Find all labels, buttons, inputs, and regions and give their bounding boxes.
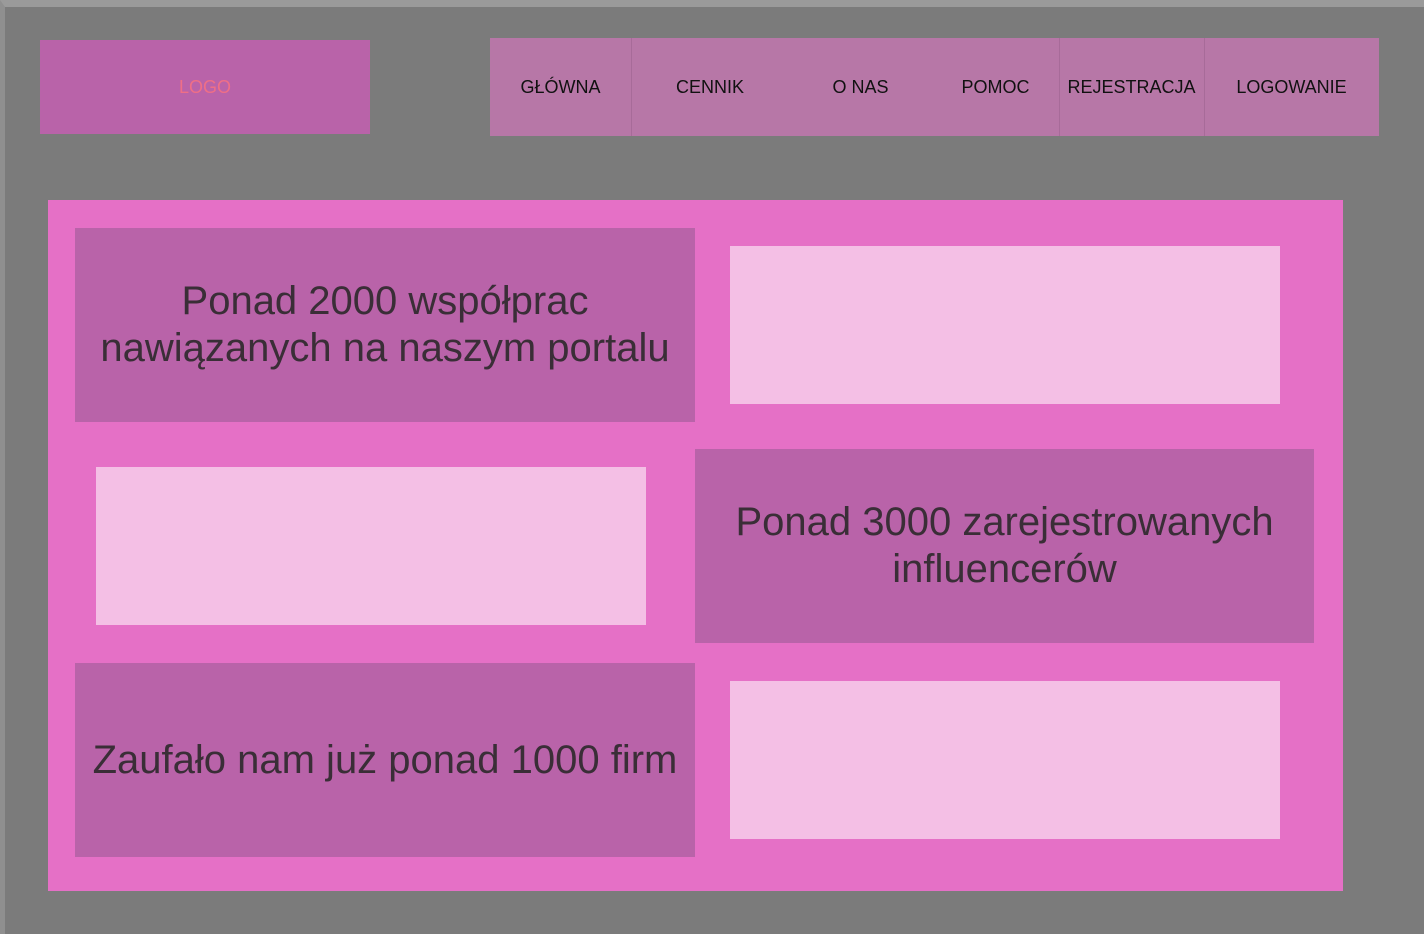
- image-placeholder: [730, 246, 1280, 404]
- logo-text: LOGO: [178, 76, 231, 97]
- main-nav: GŁÓWNA CENNIK O NAS POMOC REJESTRACJA LO…: [490, 38, 1379, 136]
- nav-item-pomoc[interactable]: POMOC: [932, 38, 1059, 136]
- logo[interactable]: LOGO: [40, 40, 370, 134]
- nav-item-o-nas[interactable]: O NAS: [789, 38, 932, 136]
- image-placeholder: [730, 681, 1280, 839]
- nav-item-rejestracja[interactable]: REJESTRACJA: [1059, 38, 1204, 136]
- image-placeholder: [96, 467, 646, 625]
- stat-block-influencers: Ponad 3000 zarejestrowanych influencerów: [695, 449, 1314, 643]
- nav-item-logowanie[interactable]: LOGOWANIE: [1204, 38, 1379, 136]
- stat-text: Ponad 3000 zarejestrowanych influencerów: [735, 500, 1274, 591]
- stat-text: Ponad 2000 współprac nawiązanych na nasz…: [100, 279, 670, 370]
- nav-item-glowna[interactable]: GŁÓWNA: [490, 38, 631, 136]
- stat-block-collaborations: Ponad 2000 współprac nawiązanych na nasz…: [75, 228, 695, 422]
- stat-text: Zaufało nam już ponad 1000 firm: [92, 737, 678, 782]
- nav-item-cennik[interactable]: CENNIK: [631, 38, 789, 136]
- stats-panel: Ponad 2000 współprac nawiązanych na nasz…: [48, 200, 1343, 891]
- stat-block-companies: Zaufało nam już ponad 1000 firm: [75, 663, 695, 857]
